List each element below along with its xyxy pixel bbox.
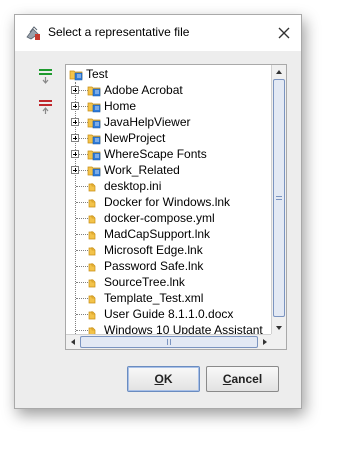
tree-file-label: docker-compose.yml — [104, 211, 215, 225]
tree-folder[interactable]: Adobe Acrobat — [66, 82, 272, 98]
file-icon — [83, 275, 97, 289]
ok-label-rest: K — [163, 372, 173, 386]
scroll-right-icon[interactable] — [263, 339, 267, 345]
file-tree[interactable]: Test Adobe Acrobat Home JavaHelpViewer NewPr… — [65, 64, 287, 350]
file-icon — [83, 211, 97, 225]
scroll-left-icon[interactable] — [71, 339, 75, 345]
close-icon[interactable] — [273, 22, 295, 44]
tree-folder-label: Home — [104, 99, 137, 113]
tree-file-label: Microsoft Edge.lnk — [104, 243, 203, 257]
tree-root[interactable]: Test — [66, 66, 272, 82]
cancel-label-rest: ancel — [231, 372, 263, 386]
tree-file[interactable]: User Guide 8.1.1.0.docx — [66, 306, 272, 322]
file-icon — [83, 195, 97, 209]
folder-icon — [87, 147, 101, 161]
vertical-scroll-thumb[interactable] — [273, 79, 285, 317]
folder-icon — [87, 131, 101, 145]
file-select-dialog: Select a representative file Test Adobe A… — [14, 14, 302, 409]
tree-file[interactable]: Microsoft Edge.lnk — [66, 242, 272, 258]
tree-folder[interactable]: WhereScape Fonts — [66, 146, 272, 162]
expand-icon[interactable] — [71, 86, 79, 94]
ok-button[interactable]: OK — [127, 366, 200, 392]
ok-mnemonic: O — [154, 372, 164, 386]
tree-folder-label: Work_Related — [104, 163, 180, 177]
folder-icon — [87, 163, 101, 177]
tree-folder-label: WhereScape Fonts — [104, 147, 207, 161]
tree-file-label: User Guide 8.1.1.0.docx — [104, 307, 234, 321]
file-icon — [83, 243, 97, 257]
tree-file-label: Docker for Windows.lnk — [104, 195, 231, 209]
tree-file[interactable]: Password Safe.lnk — [66, 258, 272, 274]
scroll-down-icon[interactable] — [276, 326, 282, 330]
tree-folder[interactable]: Home — [66, 98, 272, 114]
add-green-lines-icon[interactable] — [38, 67, 54, 85]
folder-icon — [69, 67, 83, 81]
folder-icon — [87, 115, 101, 129]
tree-file[interactable]: MadCapSupport.lnk — [66, 226, 272, 242]
scroll-corner — [271, 334, 286, 349]
file-chooser-icon — [26, 26, 40, 40]
remove-red-lines-icon[interactable] — [38, 98, 54, 116]
tree-folder-label: Adobe Acrobat — [104, 83, 183, 97]
tree-file-label: MadCapSupport.lnk — [104, 227, 211, 241]
tree-file-label: SourceTree.lnk — [104, 275, 185, 289]
file-icon — [83, 179, 97, 193]
file-icon — [83, 291, 97, 305]
tree-folder-label: NewProject — [104, 131, 166, 145]
vertical-scrollbar[interactable] — [271, 65, 286, 335]
tree-file-label: Template_Test.xml — [104, 291, 204, 305]
cancel-button[interactable]: Cancel — [206, 366, 279, 392]
folder-icon — [87, 83, 101, 97]
tree-root-label: Test — [86, 67, 109, 81]
file-icon — [83, 307, 97, 321]
tree-folder[interactable]: NewProject — [66, 130, 272, 146]
tree-content: Test Adobe Acrobat Home JavaHelpViewer NewPr… — [66, 65, 272, 335]
tree-file[interactable]: Template_Test.xml — [66, 290, 272, 306]
file-icon — [83, 259, 97, 273]
horizontal-scroll-thumb[interactable] — [80, 336, 258, 348]
tree-folder-label: JavaHelpViewer — [104, 115, 191, 129]
tree-folder[interactable]: Work_Related — [66, 162, 272, 178]
folder-icon — [87, 99, 101, 113]
horizontal-scrollbar[interactable] — [66, 334, 272, 349]
tree-file-label: Password Safe.lnk — [104, 259, 204, 273]
tree-file[interactable]: desktop.ini — [66, 178, 272, 194]
tree-file-label: desktop.ini — [104, 179, 162, 193]
expand-icon[interactable] — [71, 134, 79, 142]
expand-icon[interactable] — [71, 118, 79, 126]
expand-icon[interactable] — [71, 166, 79, 174]
tree-file[interactable]: SourceTree.lnk — [66, 274, 272, 290]
expand-icon[interactable] — [71, 150, 79, 158]
expand-icon[interactable] — [71, 102, 79, 110]
tree-folder[interactable]: JavaHelpViewer — [66, 114, 272, 130]
scroll-up-icon[interactable] — [276, 70, 282, 74]
tree-file[interactable]: Docker for Windows.lnk — [66, 194, 272, 210]
file-icon — [83, 227, 97, 241]
tree-file[interactable]: docker-compose.yml — [66, 210, 272, 226]
dialog-title: Select a representative file — [48, 25, 190, 39]
title-bar: Select a representative file — [15, 15, 301, 51]
